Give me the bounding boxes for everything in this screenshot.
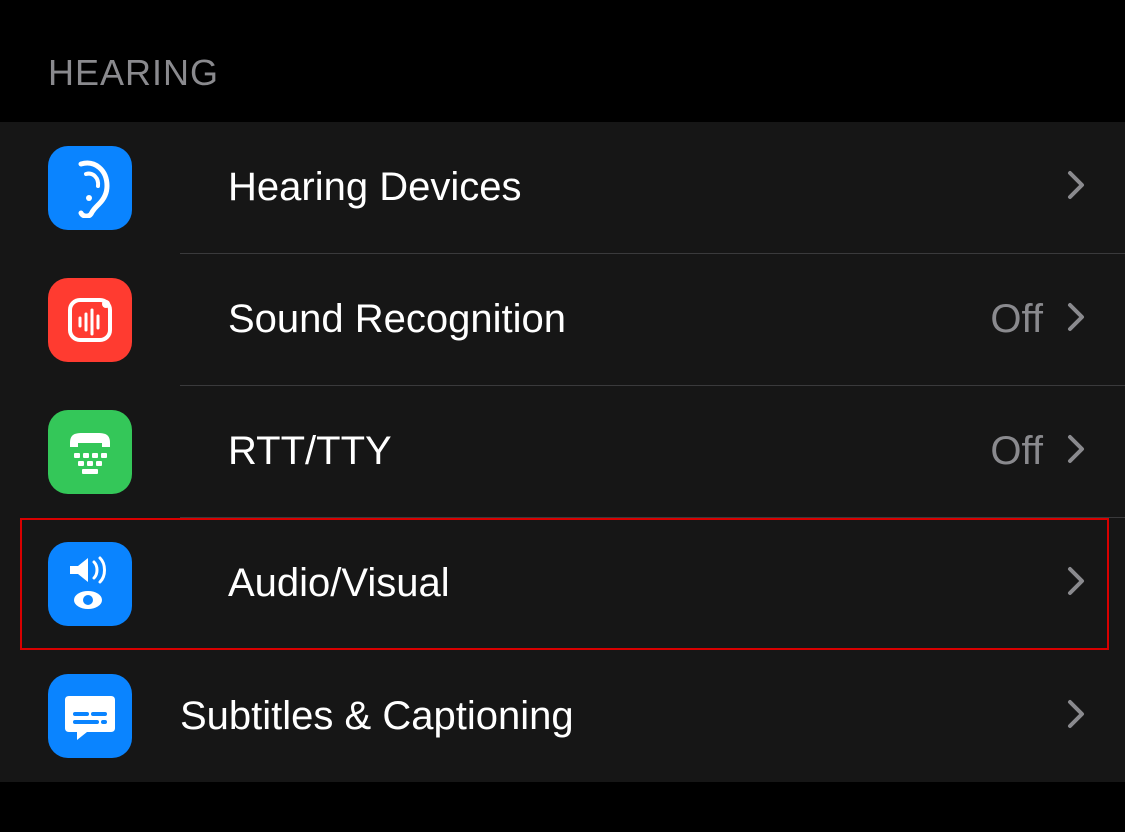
row-label: Hearing Devices (228, 165, 1067, 210)
row-subtitles-captioning[interactable]: Subtitles & Captioning (0, 650, 1125, 782)
row-hearing-devices[interactable]: Hearing Devices (0, 122, 1125, 254)
row-value: Off (990, 297, 1043, 342)
settings-section: HEARING Hearing Devices (0, 0, 1125, 782)
chevron-right-icon (1067, 566, 1085, 601)
ear-icon (48, 146, 132, 230)
row-audio-visual[interactable]: Audio/Visual (20, 518, 1109, 650)
audio-visual-icon (48, 542, 132, 626)
chevron-right-icon (1067, 699, 1085, 734)
captions-icon (48, 674, 132, 758)
row-sound-recognition[interactable]: Sound Recognition Off (0, 254, 1125, 386)
chevron-right-icon (1067, 302, 1085, 337)
tty-icon (48, 410, 132, 494)
chevron-right-icon (1067, 170, 1085, 205)
row-label: Audio/Visual (228, 561, 1067, 606)
sound-recognition-icon (48, 278, 132, 362)
settings-list: Hearing Devices Sound Recognition (0, 122, 1125, 782)
chevron-right-icon (1067, 434, 1085, 469)
row-value: Off (990, 429, 1043, 474)
row-label: Subtitles & Captioning (180, 694, 1067, 739)
section-header: HEARING (0, 0, 1125, 122)
row-label: RTT/TTY (228, 429, 990, 474)
row-rtt-tty[interactable]: RTT/TTY Off (0, 386, 1125, 518)
row-label: Sound Recognition (228, 297, 990, 342)
